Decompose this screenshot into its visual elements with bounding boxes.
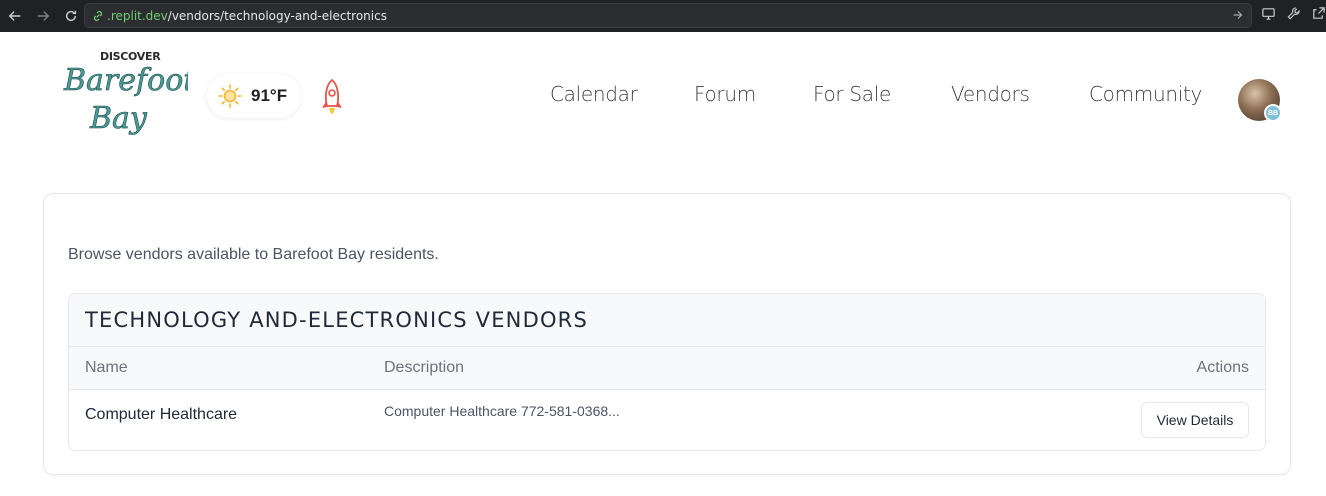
view-details-button[interactable]: View Details [1141, 402, 1249, 438]
reload-icon[interactable] [60, 5, 82, 27]
back-arrow-icon[interactable] [4, 5, 26, 27]
nav-vendors[interactable]: Vendors [951, 82, 1030, 106]
wrench-icon[interactable] [1286, 6, 1301, 21]
panel-title: TECHNOLOGY AND-ELECTRONICS VENDORS [85, 308, 589, 332]
weather-temperature: 91°F [251, 86, 288, 105]
site-header: DISCOVER Barefoot Bay 91°F Calendar Foru… [0, 32, 1326, 162]
browser-toolbar: .replit.dev/vendors/technology-and-elect… [0, 0, 1326, 32]
sun-icon [218, 84, 242, 108]
rocket-icon[interactable] [318, 78, 346, 122]
address-bar[interactable]: .replit.dev/vendors/technology-and-elect… [84, 3, 1252, 28]
table-header: Name Description Actions [69, 347, 1265, 390]
nav-for-sale[interactable]: For Sale [813, 82, 891, 106]
site-logo[interactable]: DISCOVER Barefoot Bay [60, 50, 188, 136]
url-path: /vendors/technology-and-electronics [167, 8, 387, 23]
logo-line2: Bay [89, 101, 148, 136]
logo-script: Barefoot Bay [63, 63, 188, 136]
url-text: .replit.dev/vendors/technology-and-elect… [107, 9, 387, 23]
weather-widget[interactable]: 91°F [207, 74, 301, 118]
vendor-name: Computer Healthcare [85, 406, 238, 423]
panel-header: TECHNOLOGY AND-ELECTRONICS VENDORS [69, 294, 1265, 347]
browser-actions [1261, 6, 1326, 21]
nav-community[interactable]: Community [1089, 82, 1202, 106]
logo-line1: Barefoot [63, 63, 188, 98]
column-header-actions: Actions [1196, 359, 1249, 376]
external-link-icon[interactable] [1311, 6, 1326, 21]
vendors-card: Browse vendors available to Barefoot Bay… [43, 193, 1291, 475]
monitor-icon[interactable] [1261, 6, 1276, 21]
avatar-badge: BB [1264, 104, 1282, 122]
forward-arrow-icon[interactable] [32, 5, 54, 27]
link-icon [93, 10, 103, 21]
vendors-table-panel: TECHNOLOGY AND-ELECTRONICS VENDORS Name … [68, 293, 1266, 451]
nav-calendar[interactable]: Calendar [550, 82, 638, 106]
column-header-name: Name [85, 359, 128, 376]
url-host: .replit.dev [107, 8, 168, 23]
user-avatar[interactable]: BB [1238, 79, 1282, 122]
intro-text: Browse vendors available to Barefoot Bay… [68, 246, 439, 263]
column-header-description: Description [384, 359, 465, 376]
table-row: Computer Healthcare Computer Healthcare … [69, 390, 1265, 450]
go-arrow-icon[interactable] [1231, 8, 1245, 22]
nav-forum[interactable]: Forum [694, 82, 756, 106]
vendor-description: Computer Healthcare 772-581-0368... [384, 403, 620, 419]
